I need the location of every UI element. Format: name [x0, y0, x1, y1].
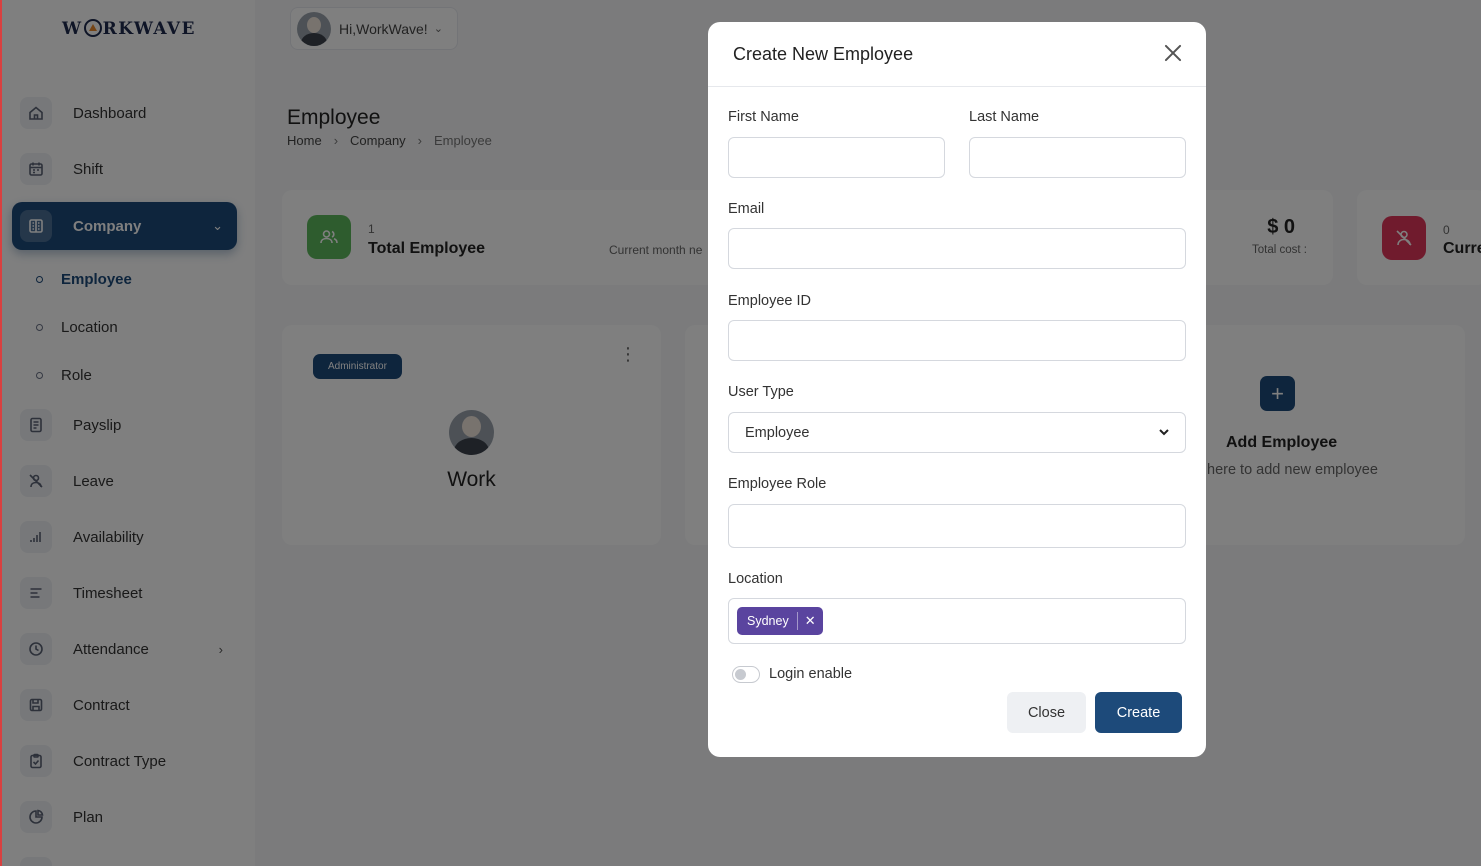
first-name-label: First Name [728, 109, 799, 125]
location-tag-label: Sydney [747, 614, 789, 628]
close-icon[interactable] [1162, 42, 1184, 64]
modal-title: Create New Employee [733, 43, 914, 64]
login-enable-label: Login enable [769, 666, 853, 682]
login-enable-toggle[interactable] [732, 666, 760, 683]
email-field[interactable] [728, 228, 1186, 269]
employee-role-field[interactable] [728, 504, 1186, 548]
create-employee-modal: Create New Employee First Name Last Name… [708, 22, 1206, 757]
employee-role-label: Employee Role [728, 476, 827, 492]
employee-id-field[interactable] [728, 320, 1186, 361]
last-name-field[interactable] [969, 137, 1186, 178]
user-type-value: Employee [745, 424, 810, 441]
employee-id-label: Employee ID [728, 293, 812, 309]
modal-header: Create New Employee [708, 22, 1206, 87]
close-button[interactable]: Close [1007, 692, 1086, 733]
location-multiselect[interactable]: Sydney ✕ [728, 598, 1186, 644]
first-name-field[interactable] [728, 137, 945, 178]
location-tag: Sydney ✕ [737, 607, 823, 635]
email-label: Email [728, 201, 765, 217]
remove-tag-icon[interactable]: ✕ [796, 612, 823, 630]
last-name-label: Last Name [969, 109, 1040, 125]
chevron-down-icon [1157, 425, 1171, 439]
location-label: Location [728, 571, 783, 587]
user-type-label: User Type [728, 384, 794, 400]
create-button[interactable]: Create [1095, 692, 1182, 733]
user-type-select[interactable]: Employee [728, 412, 1186, 453]
window-edge [0, 0, 2, 866]
